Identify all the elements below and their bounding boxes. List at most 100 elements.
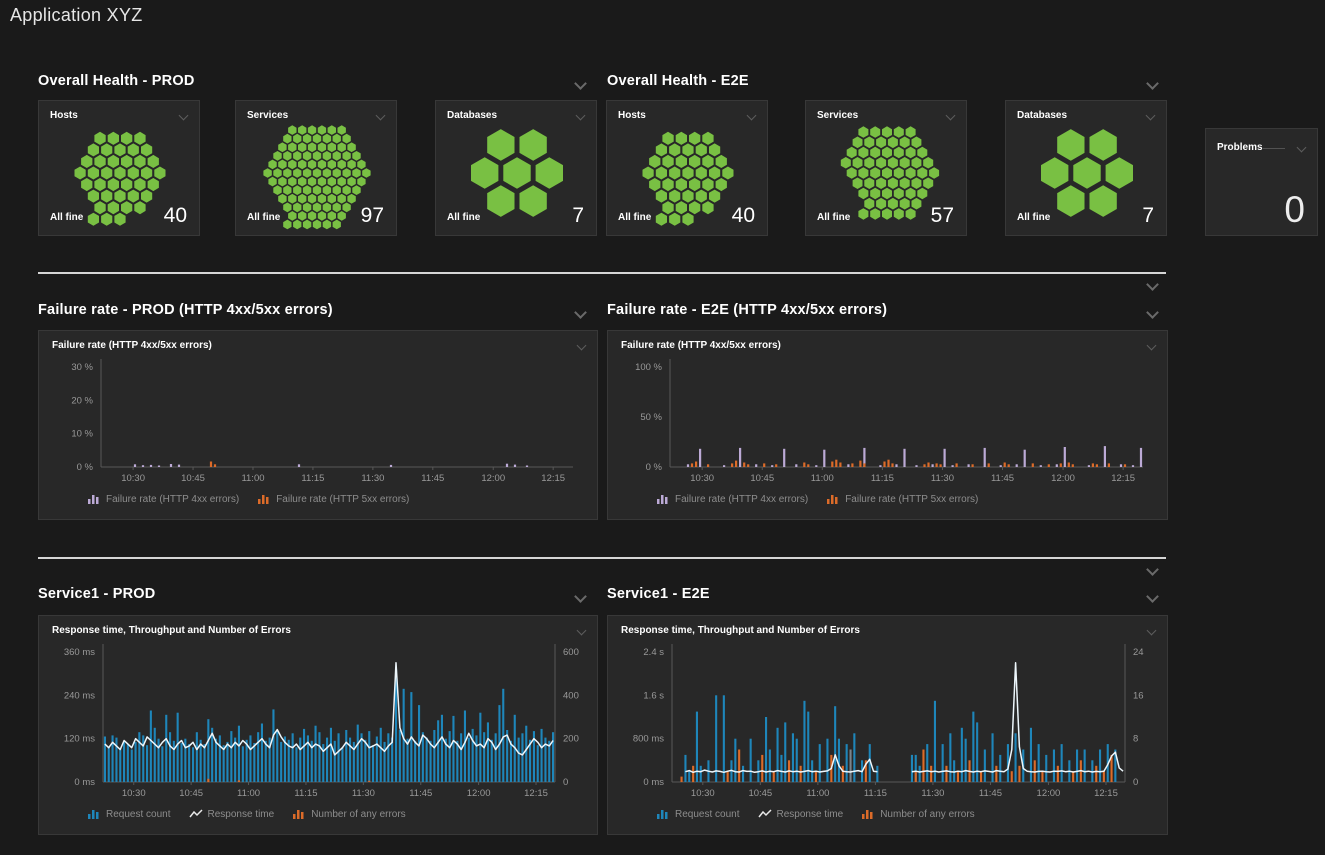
legend-item[interactable]: Failure rate (HTTP 4xx errors) xyxy=(87,493,239,505)
svg-text:12:00: 12:00 xyxy=(1051,473,1075,484)
chevron-down-icon[interactable] xyxy=(1146,77,1159,90)
svg-text:100 %: 100 % xyxy=(635,362,662,373)
dashboard-page: Application XYZ Overall Health - PROD Ov… xyxy=(0,0,1325,855)
chevron-down-icon[interactable] xyxy=(574,77,587,90)
health-tile-prod-services[interactable]: ServicesAll fine97 xyxy=(235,100,397,236)
service1-prod-plot: 0 ms120 ms240 ms360 ms020040060010:3010:… xyxy=(39,616,599,836)
svg-text:12:15: 12:15 xyxy=(1111,473,1135,484)
bars-icon xyxy=(656,493,670,505)
svg-text:50 %: 50 % xyxy=(640,412,662,423)
legend-label: Response time xyxy=(777,809,844,820)
section-divider xyxy=(38,557,1166,559)
legend-item[interactable]: Number of any errors xyxy=(292,808,405,820)
page-title: Application XYZ xyxy=(10,5,143,26)
svg-text:10 %: 10 % xyxy=(71,429,93,440)
tile-title: Hosts xyxy=(618,110,646,121)
svg-text:12:00: 12:00 xyxy=(481,473,505,484)
svg-text:0 %: 0 % xyxy=(77,462,94,473)
chevron-down-icon[interactable] xyxy=(1297,143,1307,153)
svg-text:20 %: 20 % xyxy=(71,395,93,406)
legend-item[interactable]: Response time xyxy=(189,808,275,820)
svg-text:8: 8 xyxy=(1133,734,1138,745)
problems-count: 0 xyxy=(1284,189,1305,231)
legend-item[interactable]: Failure rate (HTTP 5xx errors) xyxy=(826,493,978,505)
chart-legend: Request count Response time Number of any … xyxy=(87,808,406,820)
tile-title: Databases xyxy=(447,110,497,121)
chart-tile-failure-rate-prod[interactable]: Failure rate (HTTP 4xx/5xx errors) 0 % 10 … xyxy=(38,330,598,520)
legend-item[interactable]: Request count xyxy=(656,808,740,820)
svg-text:11:30: 11:30 xyxy=(361,473,384,484)
section-divider xyxy=(38,272,1166,274)
tile-status: All fine xyxy=(447,212,480,223)
legend-label: Failure rate (HTTP 5xx errors) xyxy=(845,494,978,505)
svg-text:11:00: 11:00 xyxy=(241,473,264,484)
health-tile-e2e-hosts[interactable]: Hosts All fine 40 xyxy=(606,100,768,236)
svg-text:1.6 s: 1.6 s xyxy=(643,690,664,701)
bars-icon xyxy=(292,808,306,820)
svg-text:10:30: 10:30 xyxy=(691,788,715,799)
tile-count: 40 xyxy=(732,204,755,228)
health-tile-e2e-services[interactable]: ServicesAll fine57 xyxy=(805,100,967,236)
svg-text:10:45: 10:45 xyxy=(748,788,772,799)
svg-text:0 ms: 0 ms xyxy=(643,777,664,788)
legend-item[interactable]: Failure rate (HTTP 4xx errors) xyxy=(656,493,808,505)
legend-label: Response time xyxy=(208,809,275,820)
svg-text:0 %: 0 % xyxy=(646,462,663,473)
section-header-service1-e2e: Service1 - E2E xyxy=(607,586,710,602)
legend-label: Number of any errors xyxy=(311,809,405,820)
chevron-down-icon[interactable] xyxy=(1146,563,1159,576)
health-tile-prod-databases[interactable]: DatabasesAll fine7 xyxy=(435,100,597,236)
svg-text:400: 400 xyxy=(563,690,579,701)
svg-text:0: 0 xyxy=(1133,777,1138,788)
chevron-down-icon[interactable] xyxy=(574,306,587,319)
chart-tile-service1-e2e[interactable]: Response time, Throughput and Number of … xyxy=(607,615,1168,835)
chevron-down-icon[interactable] xyxy=(1146,590,1159,603)
svg-text:11:45: 11:45 xyxy=(979,788,1002,799)
tile-status: All fine xyxy=(618,212,651,223)
svg-text:12:15: 12:15 xyxy=(541,473,565,484)
line-icon xyxy=(189,808,203,820)
bars-icon xyxy=(257,493,271,505)
svg-text:11:00: 11:00 xyxy=(811,473,834,484)
svg-text:10:30: 10:30 xyxy=(690,473,714,484)
bars-icon xyxy=(656,808,670,820)
chart-legend: Failure rate (HTTP 4xx errors) Failure ra… xyxy=(87,493,409,505)
health-tile-e2e-databases[interactable]: DatabasesAll fine7 xyxy=(1005,100,1167,236)
chevron-down-icon[interactable] xyxy=(1146,278,1159,291)
bars-icon xyxy=(87,808,101,820)
tile-title: Services xyxy=(817,110,858,121)
svg-text:10:30: 10:30 xyxy=(121,473,145,484)
chart-title: Failure rate (HTTP 4xx/5xx errors) xyxy=(52,340,212,351)
svg-text:11:30: 11:30 xyxy=(931,473,954,484)
legend-label: Failure rate (HTTP 4xx errors) xyxy=(675,494,808,505)
svg-text:120 ms: 120 ms xyxy=(64,734,95,745)
legend-label: Request count xyxy=(675,809,740,820)
bars-icon xyxy=(87,493,101,505)
svg-text:10:45: 10:45 xyxy=(179,788,203,799)
tile-title: Databases xyxy=(1017,110,1067,121)
svg-text:10:45: 10:45 xyxy=(181,473,205,484)
chart-tile-failure-rate-e2e[interactable]: Failure rate (HTTP 4xx/5xx errors)0 %50 … xyxy=(607,330,1168,520)
chart-tile-service1-prod[interactable]: Response time, Throughput and Number of … xyxy=(38,615,598,835)
legend-item[interactable]: Failure rate (HTTP 5xx errors) xyxy=(257,493,409,505)
legend-item[interactable]: Request count xyxy=(87,808,171,820)
chevron-down-icon[interactable] xyxy=(1146,306,1159,319)
svg-text:11:15: 11:15 xyxy=(871,473,894,484)
svg-text:0 ms: 0 ms xyxy=(74,777,95,788)
svg-text:2.4 s: 2.4 s xyxy=(643,647,664,658)
tile-count: 40 xyxy=(164,204,187,228)
health-tile-prod-hosts[interactable]: HostsAll fine40 xyxy=(38,100,200,236)
svg-text:11:00: 11:00 xyxy=(237,788,260,799)
legend-item[interactable]: Number of any errors xyxy=(861,808,974,820)
svg-text:10:30: 10:30 xyxy=(122,788,146,799)
svg-text:11:15: 11:15 xyxy=(864,788,887,799)
svg-text:11:45: 11:45 xyxy=(991,473,1014,484)
chevron-down-icon[interactable] xyxy=(574,590,587,603)
legend-label: Number of any errors xyxy=(880,809,974,820)
svg-text:11:45: 11:45 xyxy=(421,473,444,484)
chart-legend: Request count Response time Number of any … xyxy=(656,808,975,820)
legend-item[interactable]: Response time xyxy=(758,808,844,820)
svg-text:11:30: 11:30 xyxy=(352,788,375,799)
svg-text:240 ms: 240 ms xyxy=(64,690,95,701)
problems-tile[interactable]: Problems 0 xyxy=(1205,128,1318,236)
